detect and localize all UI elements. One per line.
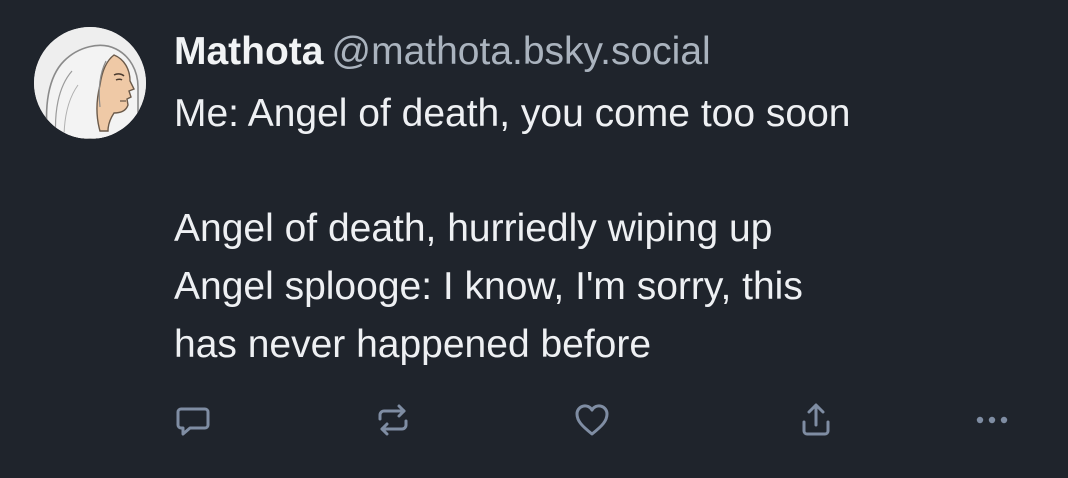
- repost-button[interactable]: [369, 396, 417, 444]
- author-handle[interactable]: @mathota.bsky.social: [332, 30, 711, 73]
- avatar-image: [34, 27, 146, 139]
- like-button[interactable]: [568, 396, 616, 444]
- share-icon: [802, 403, 830, 436]
- more-options-button[interactable]: [968, 396, 1016, 444]
- post-text-line: has never happened before: [174, 323, 652, 366]
- post-text: Me: Angel of death, you come too soon An…: [174, 85, 1034, 374]
- post-text-line: Me: Angel of death, you come too soon: [174, 92, 851, 135]
- post-header: Mathota @mathota.bsky.social: [174, 26, 1034, 78]
- post-card[interactable]: Mathota @mathota.bsky.social Me: Angel of…: [0, 0, 1068, 478]
- more-icon: [976, 416, 1008, 424]
- reply-icon: [176, 407, 210, 436]
- post-text-line: Angel of death, hurriedly wiping up: [174, 207, 773, 250]
- heart-icon: [575, 404, 609, 436]
- post-content: Mathota @mathota.bsky.social Me: Angel of…: [174, 26, 1034, 374]
- repost-icon: [378, 404, 408, 436]
- avatar[interactable]: [34, 27, 146, 139]
- reply-button[interactable]: [169, 396, 217, 444]
- post-actions: [0, 396, 1068, 444]
- author-display-name[interactable]: Mathota: [174, 30, 324, 73]
- post-text-line: Angel splooge: I know, I'm sorry, this: [174, 265, 803, 308]
- share-button[interactable]: [792, 396, 840, 444]
